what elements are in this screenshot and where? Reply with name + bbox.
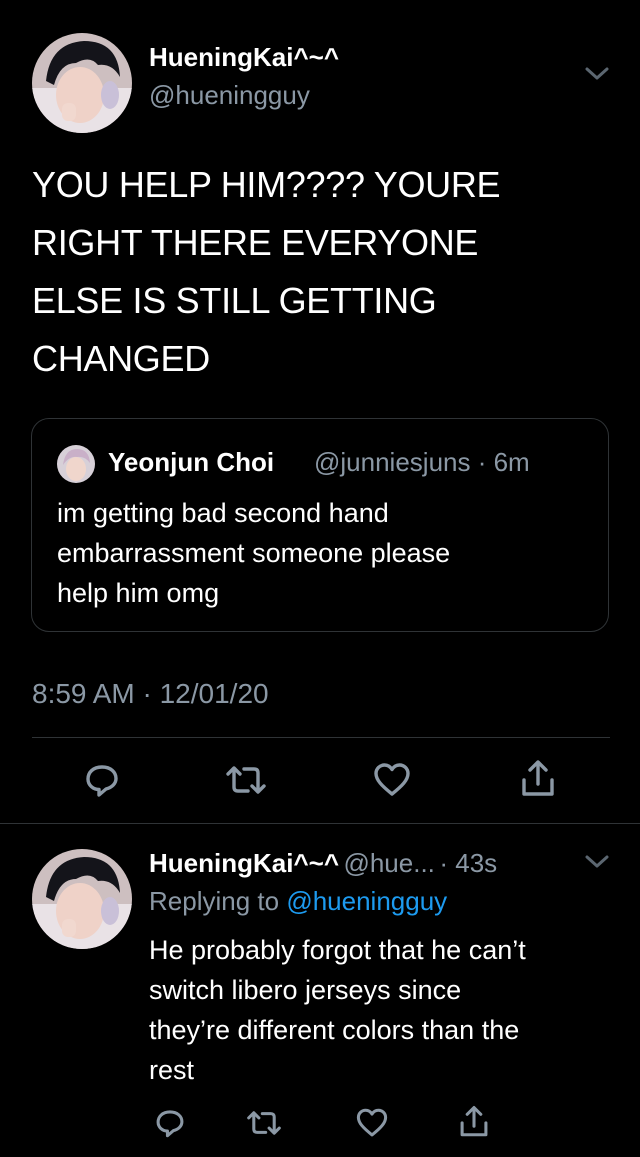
quoted-avatar xyxy=(57,445,95,483)
share-button[interactable] xyxy=(454,1101,494,1143)
reply-text: He probably forgot that he can’t switch … xyxy=(149,930,629,1090)
avatar-image xyxy=(32,33,132,133)
reply-icon xyxy=(156,1110,184,1138)
quoted-text: im getting bad second hand embarrassment… xyxy=(57,493,597,613)
reply-author-handle[interactable]: @hue... xyxy=(343,848,434,878)
replying-to: Replying to @hueningguy xyxy=(149,886,447,917)
reply-time: · 43s xyxy=(439,848,498,878)
replying-prefix: Replying to xyxy=(149,886,280,916)
tweet-text-line: YOU HELP HIM???? YOURE xyxy=(32,164,501,205)
reply-button[interactable] xyxy=(80,758,124,802)
like-icon xyxy=(356,1108,388,1137)
retweet-icon xyxy=(247,1111,281,1135)
quoted-text-line: im getting bad second hand xyxy=(57,498,389,528)
reply-text-line: switch libero jerseys since xyxy=(149,975,462,1005)
reply-icon xyxy=(86,765,118,797)
reply-text-line: rest xyxy=(149,1055,195,1085)
retweet-button[interactable] xyxy=(222,758,270,802)
like-icon xyxy=(374,763,410,796)
divider xyxy=(32,737,610,738)
quoted-avatar-image xyxy=(57,445,95,483)
quoted-meta: @junniesjuns · 6m xyxy=(314,447,530,478)
retweet-icon xyxy=(226,766,266,794)
like-button[interactable] xyxy=(370,758,414,802)
avatar-main[interactable] xyxy=(32,33,132,133)
tweet-text-line: RIGHT THERE EVERYONE xyxy=(32,222,479,263)
reply-button[interactable] xyxy=(150,1103,190,1143)
quoted-text-line: embarrassment someone please xyxy=(57,538,451,568)
like-button[interactable] xyxy=(352,1103,392,1143)
chevron-down-icon[interactable] xyxy=(582,64,612,84)
share-button[interactable] xyxy=(516,756,560,802)
avatar-image xyxy=(32,849,132,949)
reply-text-line: He probably forgot that he can’t xyxy=(149,935,526,965)
reply-text-line: they’re different colors than the xyxy=(149,1015,520,1045)
tweet-text: YOU HELP HIM???? YOURE RIGHT THERE EVERY… xyxy=(32,156,622,388)
tweet-text-line: CHANGED xyxy=(32,338,210,379)
author-handle[interactable]: @hueningguy xyxy=(149,80,310,111)
chevron-down-icon[interactable] xyxy=(582,852,612,872)
reply-header: HueningKai^~^ @hue... · 43s xyxy=(149,848,497,879)
replying-handle-link[interactable]: @hueningguy xyxy=(286,886,447,916)
section-divider xyxy=(0,823,640,824)
tweet-timestamp: 8:59 AM · 12/01/20 xyxy=(32,678,269,709)
author-name[interactable]: HueningKai^~^ xyxy=(149,42,339,73)
quoted-tweet-card[interactable]: Yeonjun Choi @junniesjuns · 6m im gettin… xyxy=(31,418,609,632)
avatar-reply[interactable] xyxy=(32,849,132,949)
tweet-text-line: ELSE IS STILL GETTING xyxy=(32,280,437,321)
quoted-author-name: Yeonjun Choi xyxy=(108,447,275,477)
retweet-button[interactable] xyxy=(242,1103,286,1143)
quoted-author-handle: @junniesjuns xyxy=(314,447,471,477)
quoted-text-line: help him omg xyxy=(57,578,220,608)
quoted-time: · 6m xyxy=(477,447,530,477)
share-icon xyxy=(522,760,554,796)
reply-author-name[interactable]: HueningKai^~^ xyxy=(149,848,339,878)
share-icon xyxy=(460,1106,488,1137)
